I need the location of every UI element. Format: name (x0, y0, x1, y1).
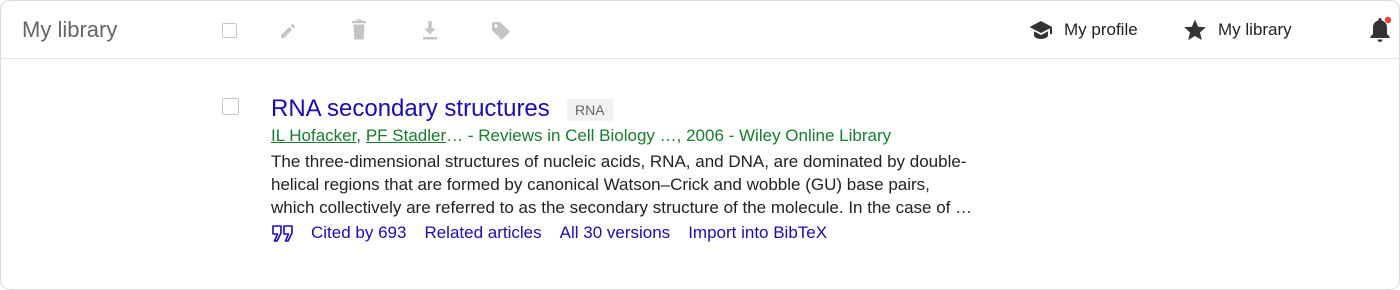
result-actions: Cited by 693 Related articles All 30 ver… (271, 221, 845, 245)
bell-icon (1370, 16, 1392, 42)
result-snippet: The three-dimensional structures of nucl… (271, 150, 1031, 219)
result-title-link[interactable]: RNA secondary structures (271, 95, 550, 123)
snippet-line: helical regions that are formed by canon… (271, 175, 930, 194)
notification-badge (1384, 16, 1392, 24)
result-tag-badge[interactable]: RNA (567, 99, 613, 121)
trash-icon[interactable] (347, 18, 371, 42)
download-icon[interactable] (418, 18, 442, 42)
author-separator: , (356, 126, 366, 145)
author-link[interactable]: PF Stadler (366, 126, 446, 145)
graduation-cap-icon (1029, 21, 1052, 39)
notifications-button[interactable] (1367, 15, 1395, 45)
result-authors-line: IL Hofacker, PF Stadler… - Reviews in Ce… (271, 125, 891, 147)
related-articles-link[interactable]: Related articles (424, 223, 541, 243)
all-versions-link[interactable]: All 30 versions (560, 223, 671, 243)
import-bibtex-link[interactable]: Import into BibTeX (688, 223, 827, 243)
snippet-line: which collectively are referred to as th… (271, 198, 973, 217)
label-icon[interactable] (489, 18, 513, 42)
publication-info: … - Reviews in Cell Biology …, 2006 - Wi… (446, 126, 892, 145)
my-profile-label: My profile (1064, 20, 1138, 39)
star-icon (1184, 19, 1206, 40)
snippet-line: The three-dimensional structures of nucl… (271, 152, 967, 171)
my-library-link[interactable]: My library (1182, 15, 1292, 45)
my-library-label: My library (1218, 20, 1292, 39)
cited-by-link[interactable]: Cited by 693 (311, 223, 406, 243)
my-profile-link[interactable]: My profile (1028, 15, 1138, 45)
author-link[interactable]: IL Hofacker (271, 126, 356, 145)
page-title: My library (22, 17, 118, 42)
select-all-checkbox[interactable] (222, 23, 237, 38)
top-toolbar: My library My profile My library (1, 1, 1399, 59)
cite-quote-icon[interactable] (271, 223, 295, 243)
result-checkbox[interactable] (222, 98, 239, 115)
pencil-icon[interactable] (277, 18, 301, 42)
library-panel: My library My profile My library RNA sec… (0, 0, 1400, 290)
